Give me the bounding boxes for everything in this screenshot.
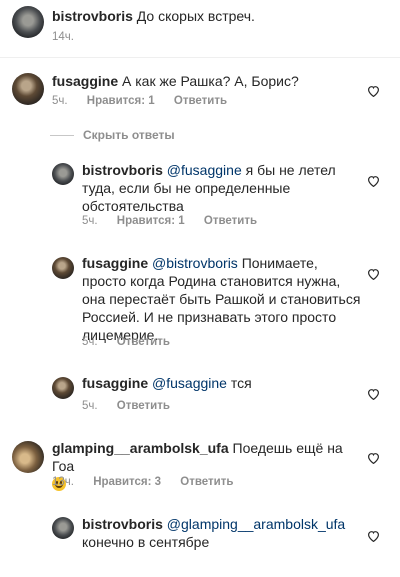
timestamp: 5ч. — [82, 336, 98, 348]
comment-text: bistrovboris До скорых встреч. — [52, 7, 352, 25]
hide-replies-line — [50, 134, 74, 136]
comment-text: fusaggine А как же Рашка? А, Борис? — [52, 72, 352, 90]
heart-icon[interactable] — [367, 530, 380, 542]
avatar[interactable] — [52, 163, 74, 185]
comment-meta: 5ч. Нравится: 1 Ответить — [82, 215, 273, 227]
timestamp: 5ч. — [82, 400, 98, 412]
mention-link[interactable]: @fusaggine — [152, 375, 227, 391]
username[interactable]: bistrovboris — [52, 8, 133, 24]
mention-link[interactable]: @glamping__arambolsk_ufa — [167, 516, 345, 532]
heart-icon[interactable] — [367, 452, 380, 464]
heart-icon[interactable] — [367, 268, 380, 280]
reply-comment: fusaggine @bistrovboris Понимаете, прост… — [0, 245, 400, 363]
avatar[interactable] — [12, 441, 44, 473]
comment-body: тся — [226, 375, 252, 391]
comment-body-line: она перестаёт быть Рашкой и становиться — [82, 291, 361, 307]
comment-body-line: конечно в сентябре — [82, 534, 210, 550]
comment-meta: 5ч. Нравится: 1 Ответить — [52, 95, 243, 107]
username[interactable]: glamping__arambolsk_ufa — [52, 440, 229, 456]
avatar[interactable] — [52, 377, 74, 399]
reply-button[interactable]: Ответить — [117, 400, 170, 412]
reply-button[interactable]: Ответить — [174, 95, 227, 107]
comment-text: fusaggine @bistrovboris Понимаете, прост… — [82, 254, 382, 344]
comment-meta: 14ч. — [52, 31, 90, 43]
reply-button[interactable]: Ответить — [117, 336, 170, 348]
comment-body-line: просто когда Родина становится нужна, — [82, 273, 341, 289]
comment-body: До скорых встреч. — [136, 8, 255, 24]
timestamp: 13ч. — [52, 476, 74, 488]
likes-count[interactable]: Нравится: 3 — [93, 476, 161, 488]
comment-meta: 5ч. Ответить — [82, 400, 186, 412]
likes-count[interactable]: Нравится: 1 — [87, 95, 155, 107]
username[interactable]: fusaggine — [52, 73, 118, 89]
username[interactable]: fusaggine — [82, 375, 148, 391]
comment-body-line: Россией. И не признавать этого просто — [82, 309, 337, 325]
username[interactable]: bistrovboris — [82, 162, 163, 178]
comment-body: А как же Рашка? А, Борис? — [122, 73, 299, 89]
mention-link[interactable]: @bistrovboris — [152, 255, 238, 271]
heart-icon[interactable] — [367, 85, 380, 97]
avatar[interactable] — [12, 6, 44, 38]
likes-count[interactable]: Нравится: 1 — [117, 215, 185, 227]
comment-text: bistrovboris @fusaggine я бы не летел ту… — [82, 161, 362, 215]
hide-replies-label: Скрыть ответы — [83, 128, 175, 142]
avatar[interactable] — [12, 73, 44, 105]
timestamp: 14ч. — [52, 31, 74, 43]
comment: fusaggine А как же Рашка? А, Борис? 5ч. … — [0, 58, 400, 128]
heart-icon[interactable] — [367, 175, 380, 187]
username[interactable]: fusaggine — [82, 255, 148, 271]
comment-body-line: туда, если бы не определенные — [82, 180, 291, 196]
mention-link[interactable]: @fusaggine — [167, 162, 242, 178]
reply-comment: bistrovboris @glamping__arambolsk_ufa ко… — [0, 505, 400, 577]
comment-body: я бы не летел — [241, 162, 336, 178]
comment-body: Понимаете, — [237, 255, 318, 271]
username[interactable]: bistrovboris — [82, 516, 163, 532]
avatar[interactable] — [52, 257, 74, 279]
comment-text: bistrovboris @glamping__arambolsk_ufa ко… — [82, 515, 372, 551]
comment-meta: 13ч. Нравится: 3 Ответить — [52, 476, 249, 488]
comment: glamping__arambolsk_ufa Поедешь ещё на Г… — [0, 425, 400, 505]
reply-comment: fusaggine @fusaggine тся 5ч. Ответить — [0, 363, 400, 425]
reply-button[interactable]: Ответить — [180, 476, 233, 488]
reply-button[interactable]: Ответить — [204, 215, 257, 227]
comment-caption: bistrovboris До скорых встреч. 14ч. — [0, 0, 400, 58]
hide-replies-button[interactable]: Скрыть ответы — [50, 128, 175, 142]
comment-body-line: обстоятельства — [82, 198, 184, 214]
heart-icon[interactable] — [367, 388, 380, 400]
timestamp: 5ч. — [82, 215, 98, 227]
reply-comment: bistrovboris @fusaggine я бы не летел ту… — [0, 155, 400, 245]
comment-text: fusaggine @fusaggine тся — [82, 374, 362, 392]
comment-meta: 5ч. Ответить — [82, 336, 186, 348]
avatar[interactable] — [52, 517, 74, 539]
timestamp: 5ч. — [52, 95, 68, 107]
